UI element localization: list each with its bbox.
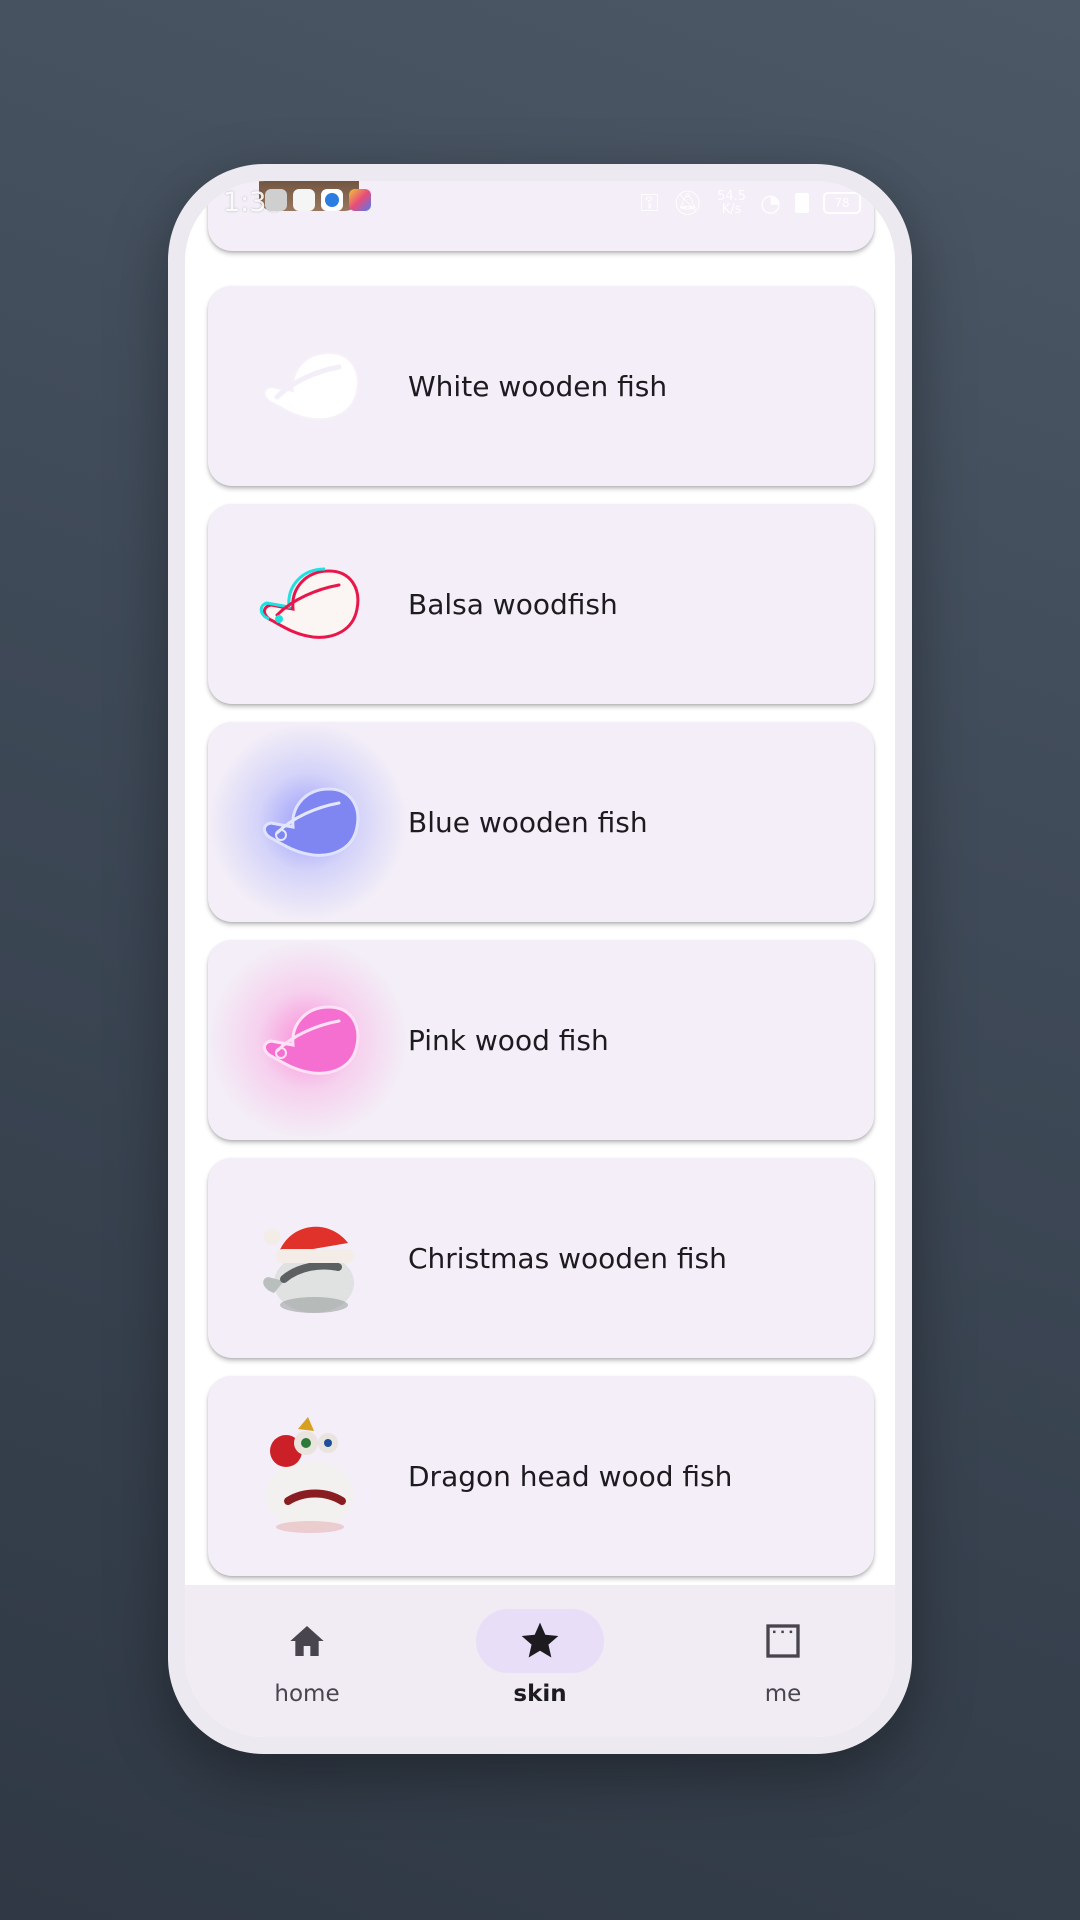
christmas-wooden-fish-icon xyxy=(208,1158,408,1358)
skin-card-balsa[interactable]: Balsa woodfish xyxy=(208,504,874,704)
nav-item-skin[interactable]: skin xyxy=(460,1609,620,1719)
skin-label: White wooden fish xyxy=(408,369,668,403)
nav-pill-active xyxy=(476,1609,604,1673)
skin-card-dragon[interactable]: Dragon head wood fish xyxy=(208,1376,874,1576)
notification-icons xyxy=(265,189,371,211)
bottom-navigation: home skin me xyxy=(185,1585,895,1737)
skin-card-pink[interactable]: Pink wood fish xyxy=(208,940,874,1140)
skin-list[interactable]: White wooden fish Balsa woodfish Blue wo… xyxy=(185,181,895,1585)
nav-label: me xyxy=(764,1681,802,1707)
skin-label: Blue wooden fish xyxy=(408,805,648,839)
sim-icon xyxy=(795,193,809,213)
nav-label: skin xyxy=(513,1681,567,1707)
skin-card-christmas[interactable]: Christmas wooden fish xyxy=(208,1158,874,1358)
nav-pill xyxy=(719,1609,847,1673)
network-speed: 54.5 K/s xyxy=(717,190,746,216)
wifi-icon: ◔ xyxy=(760,189,781,217)
app-notification-icon xyxy=(265,189,287,211)
browser-notification-icon xyxy=(321,189,343,211)
dragon-head-wood-fish-icon xyxy=(208,1376,408,1576)
status-right-icons: ⚿ 🔕︎ 54.5 K/s ◔ 78 xyxy=(640,189,861,217)
home-icon xyxy=(290,1626,324,1656)
phone-frame: White wooden fish Balsa woodfish Blue wo… xyxy=(168,164,912,1754)
status-bar: 1:33 ⚿ 🔕︎ 54.5 K/s ◔ 78 xyxy=(185,181,895,241)
white-wooden-fish-icon xyxy=(208,286,408,486)
skin-label: Pink wood fish xyxy=(408,1023,609,1057)
skin-card-white[interactable]: White wooden fish xyxy=(208,286,874,486)
skin-card-blue[interactable]: Blue wooden fish xyxy=(208,722,874,922)
app-screen: White wooden fish Balsa woodfish Blue wo… xyxy=(185,181,895,1737)
skin-label: Dragon head wood fish xyxy=(408,1459,733,1493)
nav-label: home xyxy=(274,1681,340,1707)
skin-label: Christmas wooden fish xyxy=(408,1241,727,1275)
network-speed-unit: K/s xyxy=(721,202,742,217)
star-icon xyxy=(521,1622,559,1658)
mail-notification-icon xyxy=(293,189,315,211)
mute-icon: 🔕︎ xyxy=(672,189,704,217)
balsa-woodfish-icon xyxy=(208,504,408,704)
window-icon xyxy=(766,1624,800,1658)
pink-wood-fish-icon xyxy=(208,940,408,1140)
nav-item-me[interactable]: me xyxy=(703,1609,863,1719)
skin-label: Balsa woodfish xyxy=(408,587,618,621)
nav-pill xyxy=(243,1609,371,1673)
battery-icon: 78 xyxy=(823,192,861,214)
blue-wooden-fish-icon xyxy=(208,722,408,922)
key-icon: ⚿ xyxy=(640,189,659,217)
store-notification-icon xyxy=(349,189,371,211)
nav-item-home[interactable]: home xyxy=(227,1609,387,1719)
